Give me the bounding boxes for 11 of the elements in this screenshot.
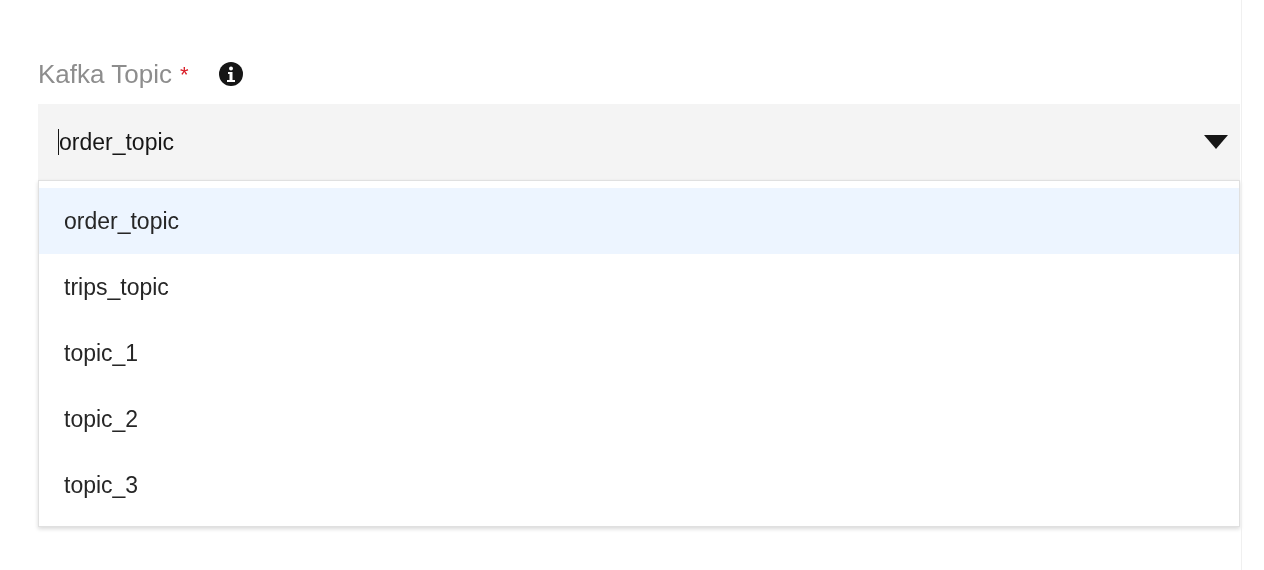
info-icon[interactable]: [218, 62, 243, 86]
dropdown-option[interactable]: topic_2: [39, 386, 1239, 452]
field-label: Kafka Topic: [38, 57, 172, 91]
dropdown-option[interactable]: topic_1: [39, 320, 1239, 386]
dropdown-option[interactable]: trips_topic: [39, 254, 1239, 320]
caret-icon[interactable]: [1204, 135, 1228, 149]
dropdown-option[interactable]: order_topic: [39, 188, 1239, 254]
topic-combobox[interactable]: order_topic: [38, 104, 1240, 180]
field-value: order_topic: [59, 127, 175, 157]
dropdown-option[interactable]: topic_3: [39, 452, 1239, 518]
required-mark: *: [179, 61, 189, 89]
